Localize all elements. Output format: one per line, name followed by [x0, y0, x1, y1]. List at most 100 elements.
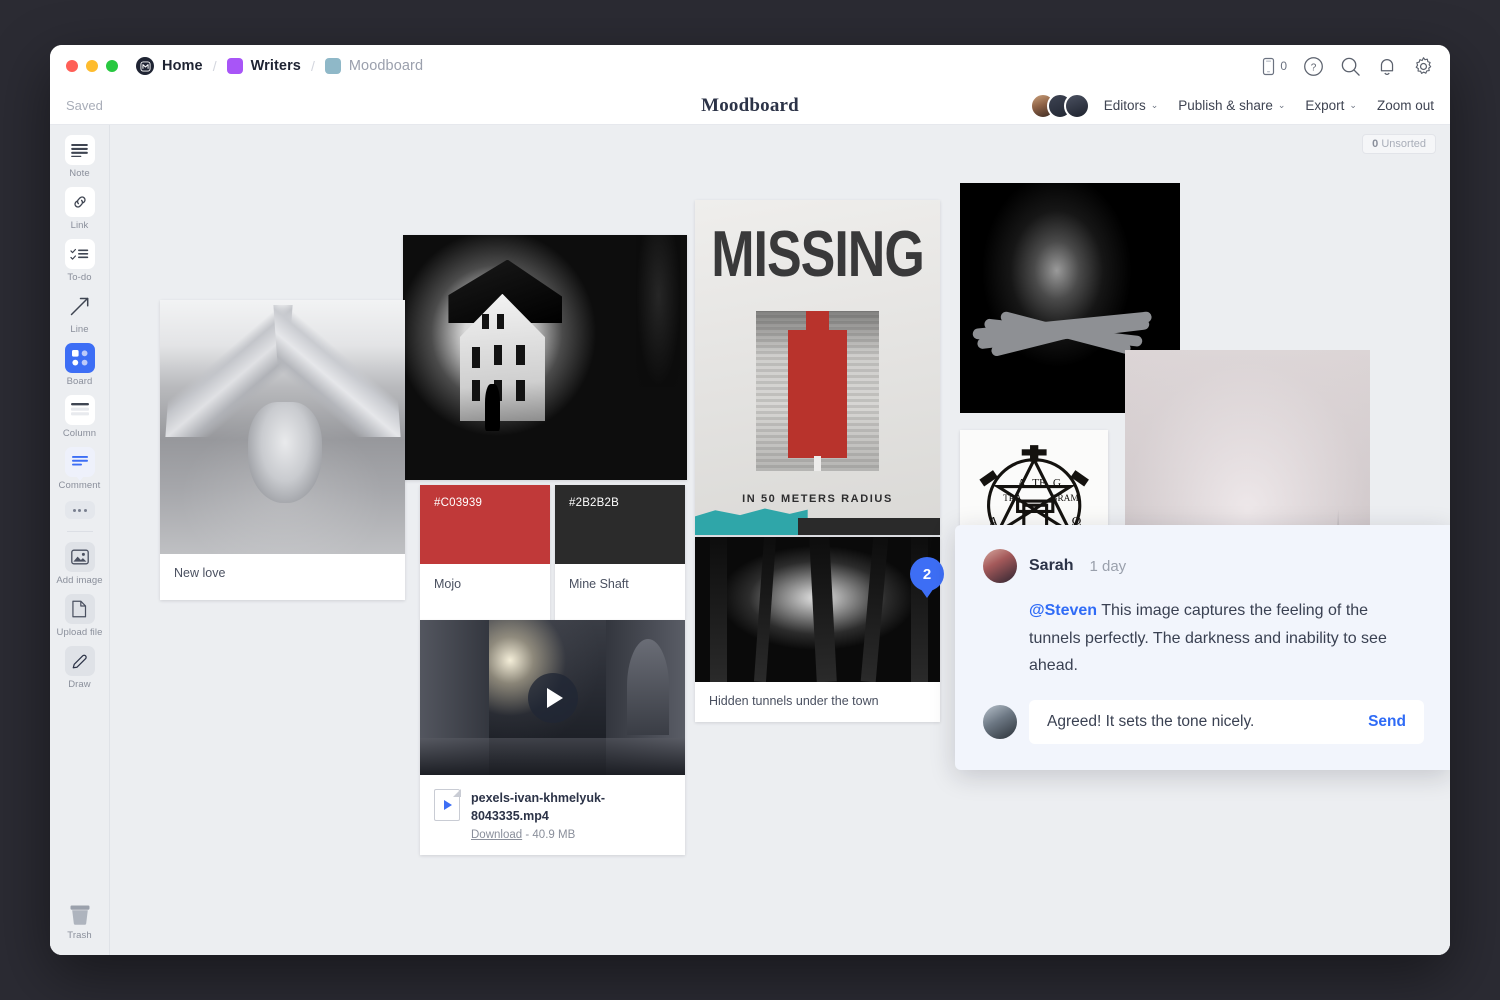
ground-shape — [420, 738, 685, 775]
svg-text:G: G — [1053, 477, 1061, 489]
comment-pin[interactable]: 2 — [910, 557, 944, 599]
play-icon[interactable] — [528, 673, 578, 723]
minimize-button[interactable] — [86, 60, 98, 72]
chevron-down-icon: ⌄ — [1349, 101, 1357, 110]
desktop-backdrop: Home / Writers / Moodboard 0 ? — [0, 0, 1500, 1000]
sidebar-item-todo[interactable]: To-do — [50, 239, 109, 283]
breadcrumb-label-writers: Writers — [251, 58, 301, 74]
file-name: pexels-ivan-khmelyuk-8043335.mp4 — [471, 791, 605, 823]
link-icon — [65, 187, 95, 217]
note-icon — [65, 135, 95, 165]
publish-share-menu[interactable]: Publish & share ⌄ — [1178, 98, 1285, 113]
unsorted-count: 0 — [1372, 138, 1378, 150]
settings-icon[interactable] — [1413, 56, 1434, 77]
window-shape — [494, 345, 503, 365]
breadcrumb-item-moodboard[interactable]: Moodboard — [325, 58, 423, 74]
reply-input-wrapper[interactable]: Send — [1029, 700, 1424, 744]
arch-shape — [627, 639, 669, 735]
zoom-out-button[interactable]: Zoom out — [1377, 98, 1434, 113]
card-missing-poster[interactable]: MISSING IN 50 METERS RADIUS — [695, 200, 940, 535]
publish-share-label: Publish & share — [1178, 98, 1273, 113]
avatar — [983, 549, 1017, 583]
sidebar-label-upload-file: Upload file — [57, 627, 103, 638]
file-icon — [65, 594, 95, 624]
card-color-swatch-mine-shaft[interactable]: #2B2B2B Mine Shaft — [555, 485, 685, 620]
foggy-alley-video-thumbnail — [420, 620, 685, 775]
more-options-button[interactable] — [65, 501, 95, 519]
dot — [73, 509, 76, 512]
download-link[interactable]: Download — [471, 829, 522, 841]
app-body: Note Link To-do Line — [50, 125, 1450, 955]
editors-menu[interactable]: Editors ⌄ — [1104, 98, 1159, 113]
sidebar-item-draw[interactable]: Draw — [50, 646, 109, 690]
separator: - — [525, 829, 529, 841]
sidebar-item-column[interactable]: Column — [50, 395, 109, 439]
close-button[interactable] — [66, 60, 78, 72]
reply-input[interactable] — [1047, 713, 1368, 731]
app-window: Home / Writers / Moodboard 0 ? — [50, 45, 1450, 955]
search-icon[interactable] — [1340, 56, 1361, 77]
svg-text:TRA: TRA — [1003, 494, 1022, 504]
sidebar-label-comment: Comment — [59, 480, 101, 491]
missing-poster-photo: MISSING IN 50 METERS RADIUS — [695, 200, 940, 535]
card-house[interactable] — [403, 235, 687, 480]
sidebar-label-line: Line — [70, 324, 88, 335]
chevron-down-icon: ⌄ — [1151, 101, 1159, 110]
dark-house-at-night-photo — [403, 235, 687, 480]
unsorted-badge[interactable]: 0 Unsorted — [1362, 134, 1436, 154]
tool-sidebar: Note Link To-do Line — [50, 125, 110, 955]
sidebar-item-note[interactable]: Note — [50, 135, 109, 179]
export-menu[interactable]: Export ⌄ — [1305, 98, 1357, 113]
comment-popover[interactable]: Sarah 1 day @Steven This image captures … — [955, 525, 1450, 770]
comment-header: Sarah 1 day — [983, 549, 1424, 583]
window-shape — [472, 347, 481, 367]
card-hidden-tunnels[interactable]: Hidden tunnels under the town — [695, 537, 940, 722]
editor-avatars[interactable] — [1030, 93, 1090, 119]
swatch-name: Mojo — [420, 564, 550, 604]
window-controls[interactable] — [66, 60, 118, 72]
breadcrumb-item-writers[interactable]: Writers — [227, 58, 301, 74]
file-info-row: pexels-ivan-khmelyuk-8043335.mp4 Downloa… — [420, 775, 685, 857]
sidebar-item-board[interactable]: Board — [50, 343, 109, 387]
sidebar-label-todo: To-do — [67, 272, 91, 283]
app-logo-icon — [136, 57, 154, 75]
breadcrumb-separator: / — [310, 58, 316, 74]
help-icon[interactable]: ? — [1303, 56, 1324, 77]
trash-icon — [66, 901, 94, 927]
file-meta: Download - 40.9 MB — [471, 829, 671, 841]
comment-author: Sarah — [1029, 557, 1073, 575]
holding-hands-photo — [160, 300, 405, 554]
unsorted-label: Unsorted — [1381, 138, 1426, 150]
mobile-preview-icon[interactable]: 0 — [1261, 57, 1287, 76]
dark-strip-shape — [798, 518, 940, 535]
sidebar-label-note: Note — [69, 168, 89, 179]
sidebar-item-link[interactable]: Link — [50, 187, 109, 231]
mention-link[interactable]: @Steven — [1029, 602, 1097, 619]
avatar — [1064, 93, 1090, 119]
sidebar-item-trash[interactable]: Trash — [50, 901, 109, 941]
card-color-swatch-mojo[interactable]: #C03939 Mojo — [420, 485, 550, 620]
card-video-file[interactable]: pexels-ivan-khmelyuk-8043335.mp4 Downloa… — [420, 620, 685, 855]
export-label: Export — [1305, 98, 1344, 113]
sidebar-label-add-image: Add image — [56, 575, 102, 586]
breadcrumb-label-home: Home — [162, 58, 203, 74]
swatch-hex-label: #2B2B2B — [569, 497, 619, 509]
color-square-icon — [325, 58, 341, 74]
card-new-love[interactable]: New love — [160, 300, 405, 600]
breadcrumb-item-home[interactable]: Home — [136, 57, 203, 75]
zoom-out-label: Zoom out — [1377, 98, 1434, 113]
send-button[interactable]: Send — [1368, 713, 1406, 731]
sidebar-item-comment[interactable]: Comment — [50, 447, 109, 491]
sidebar-item-add-image[interactable]: Add image — [50, 542, 109, 586]
breadcrumb: Home / Writers / Moodboard — [136, 57, 423, 75]
sidebar-label-trash: Trash — [67, 930, 91, 941]
red-figure-shape — [788, 330, 847, 459]
notifications-icon[interactable] — [1377, 56, 1397, 77]
svg-text:?: ? — [1311, 62, 1317, 73]
sidebar-item-upload-file[interactable]: Upload file — [50, 594, 109, 638]
svg-text:A: A — [1017, 477, 1026, 489]
board-canvas[interactable]: 0 Unsorted — [110, 125, 1450, 955]
poster-inner-photo — [756, 311, 879, 472]
sidebar-item-line[interactable]: Line — [50, 291, 109, 335]
maximize-button[interactable] — [106, 60, 118, 72]
